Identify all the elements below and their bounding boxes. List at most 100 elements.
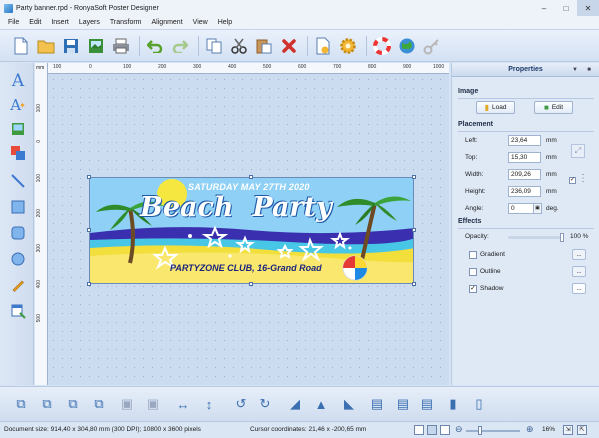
rotate-left-icon[interactable]: ↺ (232, 395, 250, 413)
selection-handle[interactable] (412, 228, 416, 232)
shadow-checkbox[interactable]: ✓ (469, 285, 477, 293)
outline-settings-button[interactable]: ... (572, 266, 586, 277)
bring-forward-icon[interactable]: ⧉ (38, 395, 56, 413)
menu-transform[interactable]: Transform (105, 19, 147, 26)
opacity-slider-thumb[interactable] (560, 233, 564, 242)
poster-venue-text[interactable]: PARTYZONE CLUB, 16-Grand Road (170, 263, 322, 273)
menu-edit[interactable]: Edit (24, 19, 46, 26)
shadow-settings-button[interactable]: ... (572, 283, 586, 294)
new-document-icon[interactable] (10, 35, 32, 57)
menu-file[interactable]: File (3, 19, 24, 26)
flip-horizontal-icon[interactable]: ↔ (174, 395, 192, 413)
selection-handle[interactable] (412, 175, 416, 179)
top-field[interactable]: 15,30 (508, 152, 541, 163)
selection-handle[interactable] (87, 175, 91, 179)
gradient-checkbox[interactable] (469, 251, 477, 259)
outline-checkbox[interactable] (469, 268, 477, 276)
ungroup-icon[interactable]: ▣ (144, 395, 162, 413)
align-bottom-icon[interactable]: ▤ (418, 395, 436, 413)
website-globe-icon[interactable] (396, 35, 418, 57)
maximize-button[interactable]: □ (555, 0, 577, 16)
actual-size-icon[interactable]: ⇱ (577, 425, 587, 435)
width-label: Width: (465, 171, 484, 178)
rounded-rectangle-tool-icon[interactable] (8, 223, 28, 243)
fit-page-icon[interactable]: ⇲ (563, 425, 573, 435)
gradient-settings-button[interactable]: ... (572, 249, 586, 260)
zoom-slider[interactable] (466, 430, 520, 432)
angle-field[interactable]: 0 (508, 203, 534, 214)
distribute-horizontal-icon[interactable]: ▮ (444, 395, 462, 413)
opacity-slider[interactable] (508, 236, 562, 239)
view-grid-icon[interactable] (427, 425, 437, 435)
clipart-tool-icon[interactable] (8, 143, 28, 163)
selection-handle[interactable] (249, 175, 253, 179)
poster-date-text[interactable]: SATURDAY MAY 27TH 2020 (188, 182, 310, 192)
width-field[interactable]: 209,26 (508, 169, 541, 180)
menu-help[interactable]: Help (213, 19, 237, 26)
document-properties-icon[interactable] (312, 35, 334, 57)
close-button[interactable]: ✕ (577, 0, 599, 16)
selection-handle[interactable] (249, 282, 253, 286)
calendar-tool-icon[interactable] (8, 301, 28, 321)
menu-alignment[interactable]: Alignment (147, 19, 188, 26)
zoom-out-icon[interactable]: ⊖ (455, 424, 463, 435)
cut-icon[interactable] (228, 35, 250, 57)
align-right-icon[interactable]: ◣ (340, 395, 358, 413)
align-left-icon[interactable]: ◢ (286, 395, 304, 413)
design-canvas[interactable]: 100 0 100 200 300 400 500 600 700 800 90… (35, 63, 449, 385)
angle-spin-icon[interactable]: ▣ (533, 203, 542, 214)
rectangle-tool-icon[interactable] (8, 197, 28, 217)
pencil-tool-icon[interactable] (8, 275, 28, 295)
save-icon[interactable] (60, 35, 82, 57)
save-as-image-icon[interactable] (85, 35, 107, 57)
paste-icon[interactable] (253, 35, 275, 57)
menu-insert[interactable]: Insert (46, 19, 74, 26)
ellipse-tool-icon[interactable] (8, 249, 28, 269)
selection-handle[interactable] (412, 282, 416, 286)
opacity-value: 100 % (570, 233, 589, 240)
help-lifebuoy-icon[interactable] (371, 35, 393, 57)
redo-icon[interactable] (169, 35, 191, 57)
height-field[interactable]: 236,09 (508, 186, 541, 197)
register-key-icon[interactable] (421, 35, 443, 57)
position-reset-icon[interactable]: ⤢ (571, 144, 585, 158)
load-image-button[interactable]: ▮ Load (476, 101, 515, 114)
flip-vertical-icon[interactable]: ↕ (200, 395, 218, 413)
distribute-vertical-icon[interactable]: ▯ (470, 395, 488, 413)
selection-handle[interactable] (87, 282, 91, 286)
menu-layers[interactable]: Layers (74, 19, 105, 26)
print-icon[interactable] (110, 35, 132, 57)
delete-icon[interactable] (278, 35, 300, 57)
undo-icon[interactable] (144, 35, 166, 57)
menu-view[interactable]: View (188, 19, 213, 26)
open-folder-icon[interactable] (35, 35, 57, 57)
curved-text-tool-icon[interactable]: A ✦ (8, 95, 28, 115)
rotate-right-icon[interactable]: ↻ (256, 395, 274, 413)
poster-title-text[interactable]: Beach Party (140, 192, 332, 223)
align-middle-icon[interactable]: ▤ (394, 395, 412, 413)
lock-aspect-checkbox[interactable]: ✓ (569, 177, 576, 184)
view-fit-icon[interactable] (440, 425, 450, 435)
poster-banner[interactable]: SATURDAY MAY 27TH 2020 Beach Party PARTY… (89, 177, 414, 284)
zoom-in-icon[interactable]: ⊕ (526, 424, 534, 435)
align-center-icon[interactable]: ▲ (312, 395, 330, 413)
group-icon[interactable]: ▣ (118, 395, 136, 413)
left-field[interactable]: 23,64 (508, 135, 541, 146)
text-tool-icon[interactable]: A (8, 71, 28, 91)
chevron-down-icon[interactable]: ▼ (571, 66, 579, 74)
image-tool-icon[interactable] (8, 119, 28, 139)
pin-icon[interactable]: ■ (585, 66, 593, 74)
bring-to-front-icon[interactable]: ⧉ (12, 395, 30, 413)
zoom-slider-thumb[interactable] (478, 426, 482, 435)
ruler-tick: 800 (368, 64, 377, 70)
edit-image-button[interactable]: ■ Edit (534, 101, 573, 114)
align-top-icon[interactable]: ▤ (368, 395, 386, 413)
settings-gear-icon[interactable] (337, 35, 359, 57)
copy-icon[interactable] (203, 35, 225, 57)
send-backward-icon[interactable]: ⧉ (64, 395, 82, 413)
minimize-button[interactable]: – (533, 0, 555, 16)
line-tool-icon[interactable] (8, 171, 28, 191)
selection-handle[interactable] (87, 228, 91, 232)
view-normal-icon[interactable] (414, 425, 424, 435)
send-to-back-icon[interactable]: ⧉ (90, 395, 108, 413)
